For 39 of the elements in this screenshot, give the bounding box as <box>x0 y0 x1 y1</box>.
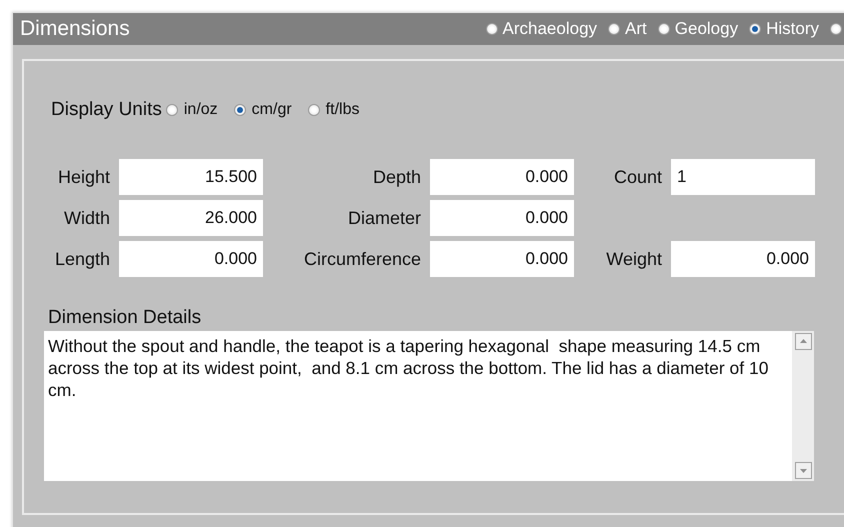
radio-button[interactable] <box>608 23 620 35</box>
unit-label[interactable]: in/oz <box>184 101 218 119</box>
field-label: Length <box>54 248 110 270</box>
radio-button[interactable] <box>830 23 842 35</box>
input-field[interactable]: 0.000 <box>430 241 574 277</box>
input-field[interactable]: 0.000 <box>430 159 574 195</box>
display-units-label: Display Units <box>51 99 162 121</box>
input-field[interactable]: 26.000 <box>119 200 263 236</box>
details-text: Without the spout and handle, the teapot is a tapering hexagonal shape measuring 14.5 cm across the top at its widest point, and 8.1 cm across the bottom. The lid has a diameter of 10 cm. <box>47 335 770 402</box>
radio-button[interactable] <box>166 104 178 116</box>
field-label: Width <box>62 208 110 228</box>
input-field[interactable]: 1 <box>671 159 815 195</box>
input-field[interactable]: 0.000 <box>671 241 815 277</box>
scroll-down-icon[interactable] <box>794 462 812 479</box>
field-label: Weight <box>605 248 662 270</box>
category-label[interactable]: Geology <box>674 19 738 39</box>
field-label: Count <box>612 166 662 188</box>
field-label: Diameter <box>346 208 421 228</box>
unit-label[interactable]: ft/lbs <box>326 101 360 119</box>
input-field[interactable]: 0.000 <box>119 241 263 277</box>
radio-button[interactable] <box>486 23 498 35</box>
details-text-area[interactable]: Without the spout and handle, the teapot is a tapering hexagonal shape measuring 14.5 cm across the top at its widest point, and 8.1 cm across the bottom. The lid has a diameter of 10 cm. <box>44 331 814 481</box>
unit-label[interactable]: cm/gr <box>252 101 292 119</box>
category-label[interactable]: History <box>766 19 819 39</box>
radio-button[interactable] <box>234 104 246 116</box>
field-label: Height <box>56 166 110 188</box>
radio-button[interactable] <box>658 23 670 35</box>
category-label[interactable]: Archaeology <box>502 19 598 39</box>
input-field[interactable]: 15.500 <box>119 159 263 195</box>
scrollbar[interactable] <box>792 331 814 481</box>
field-label: Depth <box>372 166 421 188</box>
scroll-up-icon[interactable] <box>794 333 812 350</box>
input-field[interactable]: 0.000 <box>430 200 574 236</box>
field-label: Circumference <box>302 248 421 270</box>
panel-title: Dimensions <box>20 17 130 41</box>
details-label: Dimension Details <box>48 307 202 329</box>
radio-button[interactable] <box>308 104 320 116</box>
radio-button[interactable] <box>749 23 762 35</box>
category-label[interactable]: Art <box>625 19 647 39</box>
